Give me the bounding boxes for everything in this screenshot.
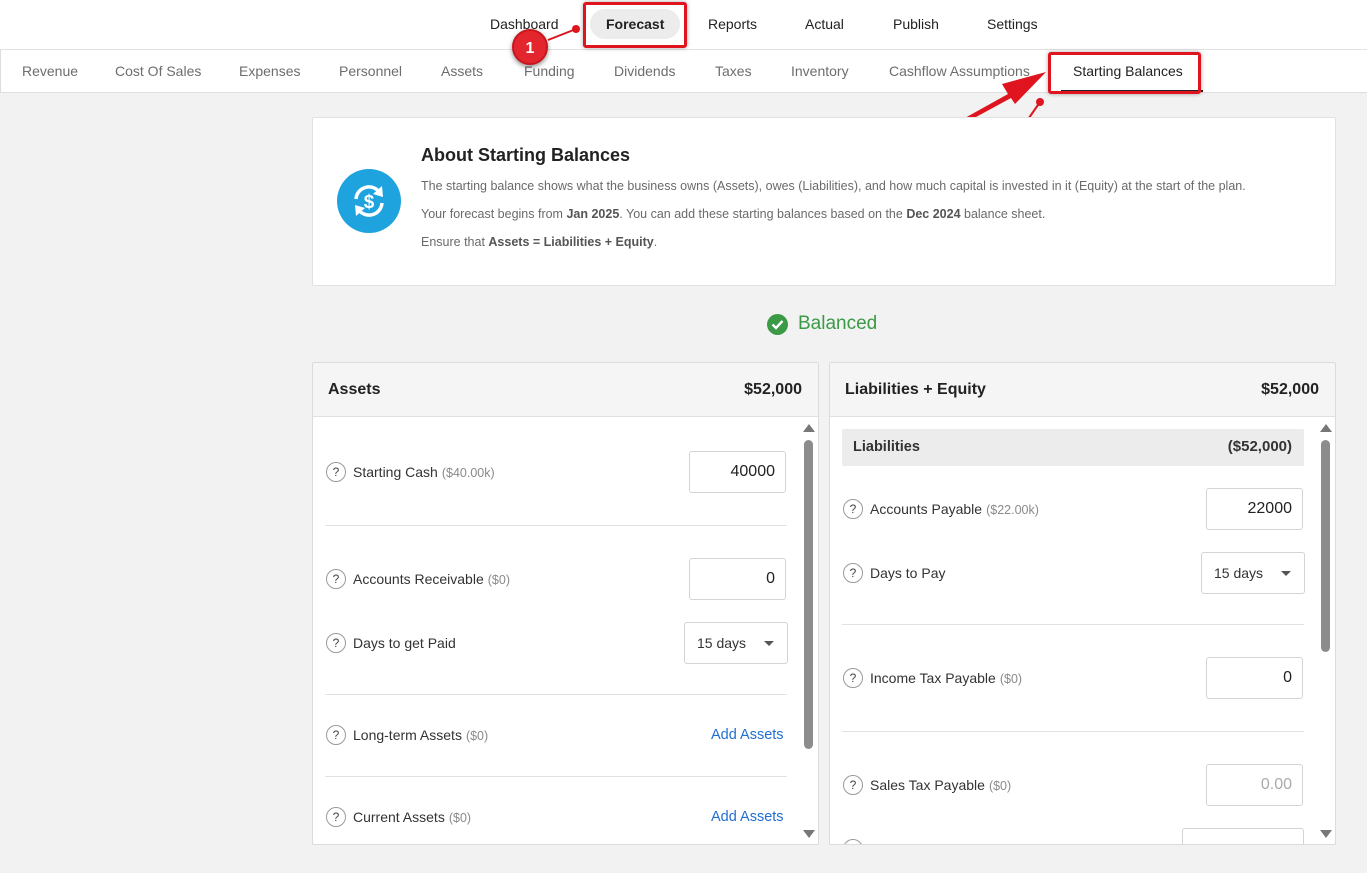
- chevron-down-icon: [764, 641, 774, 646]
- divider: [325, 694, 787, 695]
- tab-taxes[interactable]: Taxes: [715, 50, 752, 92]
- about-description-line1: The starting balance shows what the busi…: [421, 179, 1246, 193]
- liabilities-equity-total: $52,000: [1261, 381, 1319, 398]
- divider: [325, 525, 787, 526]
- divider: [325, 776, 787, 777]
- about-description-line2: Your forecast begins from Jan 2025. You …: [421, 207, 1046, 221]
- days-to-get-paid-select[interactable]: 15 days: [684, 622, 788, 664]
- nav-publish[interactable]: Publish: [893, 0, 939, 48]
- nav-reports[interactable]: Reports: [708, 0, 757, 48]
- scroll-down-arrow-icon[interactable]: [803, 830, 815, 838]
- help-icon[interactable]: ?: [326, 462, 346, 482]
- liabilities-total: ($52,000): [1227, 438, 1292, 455]
- scroll-down-arrow-icon[interactable]: [1320, 830, 1332, 838]
- long-term-assets-label: Long-term Assets ($0): [353, 727, 489, 743]
- tab-cashflow-assumptions[interactable]: Cashflow Assumptions: [889, 50, 1030, 92]
- tab-assets[interactable]: Assets: [441, 50, 483, 92]
- days-to-pay-value: 15 days: [1214, 565, 1264, 581]
- dollar-refresh-icon: $: [337, 169, 401, 233]
- help-icon[interactable]: ?: [326, 807, 346, 827]
- divider: [842, 731, 1304, 732]
- nav-actual[interactable]: Actual: [805, 0, 844, 48]
- tab-personnel[interactable]: Personnel: [339, 50, 402, 92]
- tab-dividends[interactable]: Dividends: [614, 50, 675, 92]
- divider: [842, 624, 1304, 625]
- help-icon[interactable]: ?: [326, 569, 346, 589]
- add-current-assets-link[interactable]: Add Assets: [711, 809, 784, 825]
- income-tax-payable-input[interactable]: 0: [1206, 657, 1303, 699]
- help-icon[interactable]: ?: [326, 725, 346, 745]
- help-icon[interactable]: [843, 839, 863, 844]
- days-to-get-paid-value: 15 days: [697, 635, 747, 651]
- liabilities-equity-panel-header: Liabilities + Equity $52,000: [830, 363, 1335, 417]
- annotation-highlight-forecast: [583, 2, 687, 48]
- liabilities-equity-title: Liabilities + Equity: [845, 381, 986, 398]
- about-title: About Starting Balances: [421, 145, 631, 165]
- help-icon[interactable]: ?: [843, 668, 863, 688]
- svg-text:$: $: [364, 192, 375, 213]
- liabilities-scrollbar-thumb[interactable]: [1321, 440, 1330, 652]
- liabilities-equity-panel: Liabilities + Equity $52,000 Liabilities…: [829, 362, 1336, 845]
- assets-scrollbar-thumb[interactable]: [804, 440, 813, 749]
- annotation-highlight-starting-balances: [1048, 52, 1201, 94]
- days-to-pay-label: Days to Pay: [870, 565, 946, 581]
- help-icon[interactable]: ?: [843, 499, 863, 519]
- scroll-up-arrow-icon[interactable]: [1320, 424, 1332, 432]
- accounts-receivable-label: Accounts Receivable ($0): [353, 571, 510, 587]
- assets-panel: Assets $52,000 ? Starting Cash ($40.00k) …: [312, 362, 819, 845]
- annotation-badge-1: 1: [512, 29, 548, 65]
- tab-revenue[interactable]: Revenue: [22, 50, 78, 92]
- assets-total: $52,000: [744, 381, 802, 398]
- tab-inventory[interactable]: Inventory: [791, 50, 849, 92]
- assets-title: Assets: [328, 381, 381, 398]
- days-to-pay-select[interactable]: 15 days: [1201, 552, 1305, 594]
- sales-tax-payable-label: Sales Tax Payable ($0): [870, 777, 1012, 793]
- liabilities-label: Liabilities: [853, 439, 920, 455]
- help-icon[interactable]: ?: [843, 563, 863, 583]
- sales-tax-payable-input[interactable]: 0.00: [1206, 764, 1303, 806]
- assets-panel-header: Assets $52,000: [313, 363, 818, 417]
- starting-cash-label: Starting Cash ($40.00k): [353, 464, 495, 480]
- current-assets-label: Current Assets ($0): [353, 809, 472, 825]
- days-to-get-paid-label: Days to get Paid: [353, 635, 456, 651]
- about-starting-balances-card: $ About Starting Balances The starting b…: [312, 117, 1336, 286]
- income-tax-payable-label: Income Tax Payable ($0): [870, 670, 1023, 686]
- accounts-receivable-input[interactable]: 0: [689, 558, 786, 600]
- liabilities-section-header: Liabilities ($52,000): [842, 429, 1304, 466]
- tab-expenses[interactable]: Expenses: [239, 50, 300, 92]
- starting-cash-input[interactable]: 40000: [689, 451, 786, 493]
- tab-cost-of-sales[interactable]: Cost Of Sales: [115, 50, 201, 92]
- check-circle-icon: [767, 314, 788, 335]
- nav-settings[interactable]: Settings: [987, 0, 1038, 48]
- scroll-up-arrow-icon[interactable]: [803, 424, 815, 432]
- about-description-line3: Ensure that Assets = Liabilities + Equit…: [421, 235, 658, 249]
- help-icon[interactable]: ?: [326, 633, 346, 653]
- add-long-term-assets-link[interactable]: Add Assets: [711, 727, 784, 743]
- accounts-payable-input[interactable]: 22000: [1206, 488, 1303, 530]
- accounts-payable-label: Accounts Payable ($22.00k): [870, 501, 1039, 517]
- balanced-label: Balanced: [798, 313, 878, 334]
- chevron-down-icon: [1281, 571, 1291, 576]
- help-icon[interactable]: ?: [843, 775, 863, 795]
- partial-input-field[interactable]: [1182, 828, 1304, 844]
